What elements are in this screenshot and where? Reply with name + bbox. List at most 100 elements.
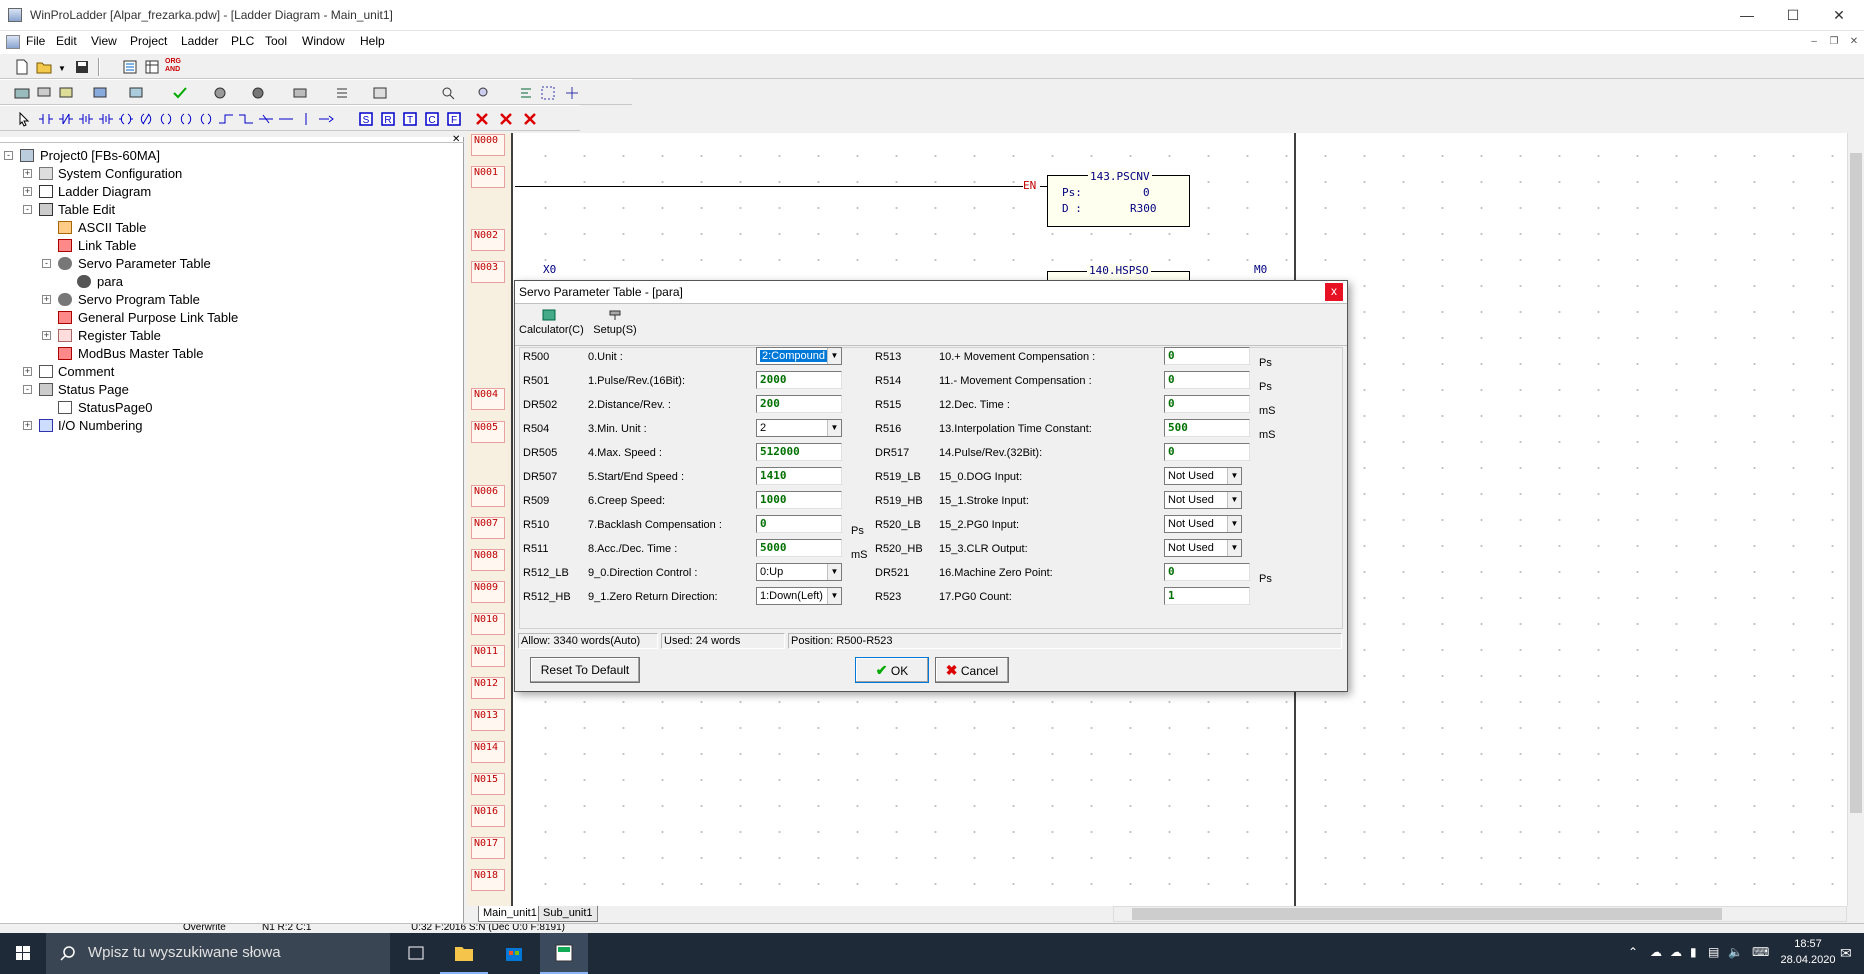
tree-item-ascii-table[interactable]: ASCII Table — [0, 220, 300, 236]
vertical-scrollbar[interactable] — [1847, 133, 1864, 906]
reset-to-default-button[interactable]: Reset To Default — [530, 657, 640, 683]
coil-inverse-icon[interactable] — [138, 111, 154, 127]
scrollbar-thumb[interactable] — [1132, 908, 1722, 920]
param-value-field[interactable]: 0 — [1164, 371, 1250, 389]
tree-item-comment[interactable]: + Comment — [0, 364, 300, 380]
minimize-button[interactable]: — — [1724, 0, 1770, 31]
param-value-field[interactable]: 0 — [1164, 347, 1250, 365]
rung-label[interactable]: N005 — [471, 421, 505, 443]
param-value-field[interactable]: 0 — [1164, 395, 1250, 413]
param-value-field[interactable]: 1 — [1164, 587, 1250, 605]
rung-label[interactable]: N017 — [471, 837, 505, 859]
tree-item-servo-program-table[interactable]: + Servo Program Table — [0, 292, 300, 308]
tree-item-servo-parameter-table[interactable]: - Servo Parameter Table — [0, 256, 300, 272]
tree-item-general-link-table[interactable]: General Purpose Link Table — [0, 310, 300, 326]
f-block-icon[interactable]: F — [446, 111, 462, 127]
setup-button[interactable]: Setup(S) — [591, 309, 639, 343]
menu-ladder[interactable]: Ladder — [181, 34, 218, 48]
dropdown-arrow-icon[interactable]: ▼ — [1227, 468, 1241, 484]
task-view-button[interactable] — [392, 933, 440, 974]
param-value-field[interactable]: 0 — [1164, 443, 1250, 461]
param-value-select[interactable]: 2 ▼ — [756, 419, 842, 437]
dropdown-arrow-icon[interactable]: ▼ — [827, 348, 841, 364]
save-icon[interactable] — [74, 59, 90, 75]
param-value-field[interactable]: 5000 — [756, 539, 842, 557]
cloud-icon[interactable]: ☁ — [1670, 945, 1682, 959]
tree-item-ladder-diagram[interactable]: + Ladder Diagram — [0, 184, 300, 200]
tree-item-modbus-master-table[interactable]: ModBus Master Table — [0, 346, 300, 362]
tree-item-table-edit[interactable]: - Table Edit — [0, 202, 300, 218]
search-box[interactable]: Wpisz tu wyszukiwane słowa — [46, 933, 390, 974]
monitor-icon[interactable] — [36, 85, 52, 101]
param-value-field[interactable]: 1000 — [756, 491, 842, 509]
rung-label[interactable]: N009 — [471, 581, 505, 603]
not-icon[interactable] — [258, 111, 274, 127]
open-branch-icon[interactable] — [278, 111, 294, 127]
run-icon[interactable] — [58, 85, 74, 101]
horizontal-scrollbar[interactable] — [1113, 906, 1847, 922]
rung-label[interactable]: N018 — [471, 869, 505, 891]
contact-down-icon[interactable] — [98, 111, 114, 127]
menu-tool[interactable]: Tool — [265, 34, 287, 48]
c-block-icon[interactable]: C — [424, 111, 440, 127]
rung-label[interactable]: N002 — [471, 229, 505, 251]
vertical-line-icon[interactable] — [298, 111, 314, 127]
coil-pulse-icon[interactable] — [198, 111, 214, 127]
rung-label[interactable]: N008 — [471, 549, 505, 571]
grid-icon[interactable] — [540, 85, 556, 101]
contact-no-icon[interactable] — [38, 111, 54, 127]
online-icon[interactable] — [92, 85, 108, 101]
contact-up-icon[interactable] — [78, 111, 94, 127]
param-value-field[interactable]: 200 — [756, 395, 842, 413]
function-block-pscnv[interactable]: 143.PSCNV Ps: 0 D : R300 — [1047, 170, 1190, 227]
check-icon[interactable] — [172, 85, 188, 101]
find-icon[interactable] — [440, 85, 456, 101]
rung-label[interactable]: N004 — [471, 388, 505, 410]
dropdown-arrow-icon[interactable]: ▼ — [1227, 516, 1241, 532]
clock-time[interactable]: 18:57 — [1780, 938, 1836, 950]
param-value-select[interactable]: Not Used ▼ — [1164, 491, 1242, 509]
calculator-button[interactable]: Calculator(C) — [519, 309, 584, 343]
contact-nc-icon[interactable] — [58, 111, 74, 127]
tree-item-io-numbering[interactable]: + I/O Numbering — [0, 418, 300, 434]
dropdown-arrow-icon[interactable]: ▼ — [827, 564, 841, 580]
param-value-select[interactable]: Not Used ▼ — [1164, 515, 1242, 533]
mdi-minimize-icon[interactable]: – — [1806, 35, 1822, 49]
tree-item-link-table[interactable]: Link Table — [0, 238, 300, 254]
dropdown-arrow-icon[interactable]: ▼ — [1227, 540, 1241, 556]
menu-edit[interactable]: Edit — [56, 34, 77, 48]
delete-row-icon[interactable] — [522, 111, 538, 127]
plc-icon[interactable] — [14, 85, 30, 101]
dropdown-arrow-icon[interactable]: ▼ — [1227, 492, 1241, 508]
battery-icon[interactable]: ▮ — [1690, 945, 1697, 959]
rung-label[interactable]: N016 — [471, 805, 505, 827]
mdi-restore-icon[interactable]: ❐ — [1826, 35, 1842, 49]
menu-plc[interactable]: PLC — [231, 34, 254, 48]
split-icon[interactable] — [564, 85, 580, 101]
coil-icon[interactable] — [118, 111, 134, 127]
settings-icon[interactable] — [212, 85, 228, 101]
param-value-select[interactable]: 0:Up ▼ — [756, 563, 842, 581]
ok-button[interactable]: ✔ OK — [855, 657, 929, 683]
s-block-icon[interactable]: S — [358, 111, 374, 127]
maximize-button[interactable]: ☐ — [1770, 0, 1816, 31]
rung-label[interactable]: N010 — [471, 613, 505, 635]
notification-icon[interactable]: ✉ — [1840, 945, 1852, 962]
param-value-select[interactable]: 2:Compound ▼ — [756, 347, 842, 365]
tree-item-status-page[interactable]: - Status Page — [0, 382, 300, 398]
ladder-view-icon[interactable] — [122, 59, 138, 75]
tree-item-status-page0[interactable]: StatusPage0 — [0, 400, 300, 416]
align-icon[interactable] — [518, 85, 534, 101]
menu-help[interactable]: Help — [360, 34, 385, 48]
param-value-field[interactable]: 500 — [1164, 419, 1250, 437]
param-value-select[interactable]: 1:Down(Left) ▼ — [756, 587, 842, 605]
menu-file[interactable]: File — [26, 34, 45, 48]
dialog-close-button[interactable]: x — [1325, 283, 1343, 301]
param-value-field[interactable]: 0 — [1164, 563, 1250, 581]
menu-view[interactable]: View — [91, 34, 117, 48]
fall-edge-icon[interactable] — [238, 111, 254, 127]
table-view-icon[interactable] — [144, 59, 160, 75]
rung-label[interactable]: N012 — [471, 677, 505, 699]
cancel-button[interactable]: ✖ Cancel — [935, 657, 1009, 683]
rung-label[interactable]: N003 — [471, 261, 505, 283]
